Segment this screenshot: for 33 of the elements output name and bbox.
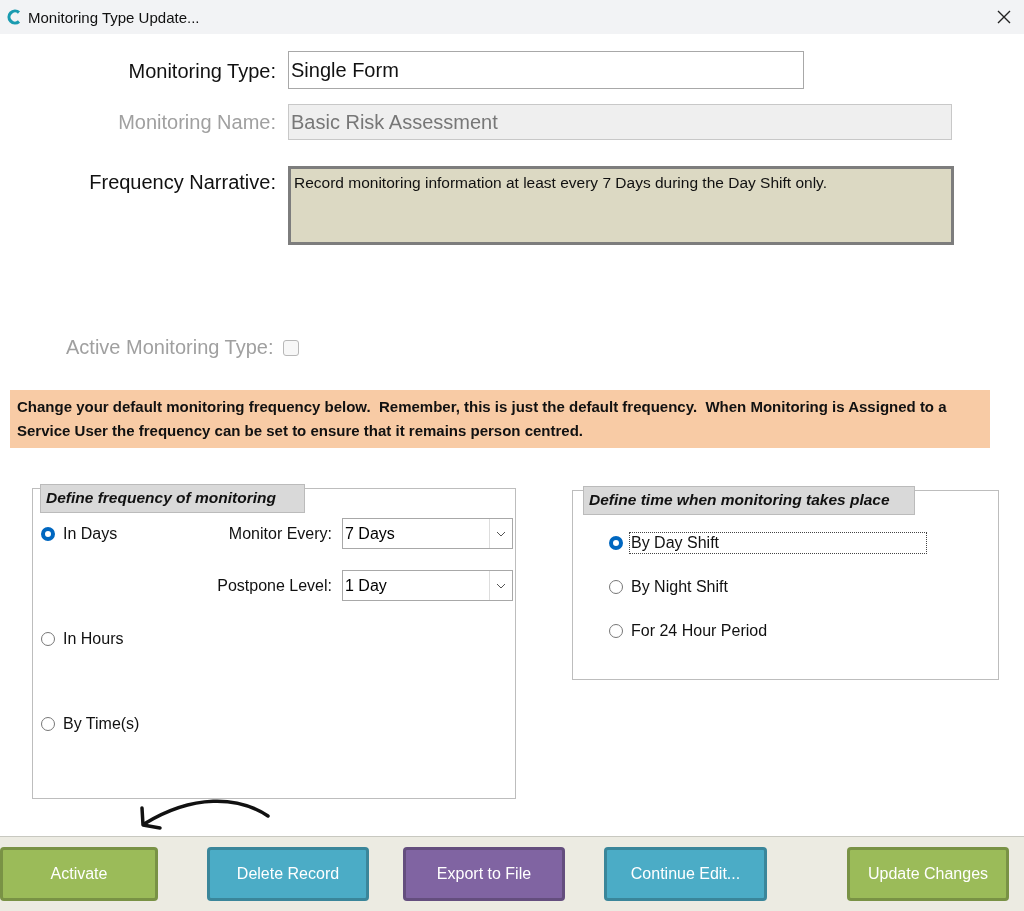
- dropdown-label: Postpone Level:: [217, 576, 332, 595]
- group-title: Define frequency of monitoring: [40, 484, 305, 513]
- option-label: By Day Shift: [629, 532, 927, 554]
- radio-button[interactable]: [609, 536, 623, 550]
- text-field: Basic Risk Assessment: [288, 104, 952, 140]
- action-button[interactable]: Delete Record: [207, 847, 369, 901]
- dropdown-label: Monitor Every:: [228, 524, 332, 543]
- dropdown[interactable]: 7 Days: [342, 518, 513, 549]
- field-label: Monitoring Type:: [127, 59, 277, 83]
- option-label: For 24 Hour Period: [630, 621, 769, 641]
- notice-banner: Change your default monitoring frequency below. Remember, this is just the default frequency. When Monitoring is Assigned to a Service User the frequency can be set to ensure that it remains person centred.: [10, 390, 990, 448]
- dropdown[interactable]: 1 Day: [342, 570, 513, 601]
- checkbox-label: Active Monitoring Type:: [66, 336, 274, 359]
- radio-button[interactable]: [41, 632, 55, 646]
- field-label: Frequency Narrative:: [88, 170, 277, 194]
- option-label: By Time(s): [62, 714, 141, 734]
- action-button[interactable]: Export to File: [403, 847, 565, 901]
- chevron-down-icon: [496, 530, 506, 537]
- radio-button[interactable]: [609, 624, 623, 638]
- action-button[interactable]: Continue Edit...: [604, 847, 767, 901]
- radio-button[interactable]: [41, 527, 55, 541]
- radio-button[interactable]: [609, 580, 623, 594]
- text-field[interactable]: Single Form: [288, 51, 804, 89]
- option-label: By Night Shift: [630, 577, 729, 597]
- window-title: Monitoring Type Update...: [28, 8, 200, 26]
- radio-button[interactable]: [41, 717, 55, 731]
- close-icon[interactable]: [996, 9, 1012, 25]
- group-title: Define time when monitoring takes place: [583, 486, 915, 515]
- option-label: In Hours: [62, 629, 125, 649]
- field-label: Monitoring Name:: [117, 110, 277, 134]
- option-label: In Days: [62, 524, 119, 544]
- chevron-down-icon: [496, 582, 506, 589]
- narrative-field[interactable]: Record monitoring information at least every 7 Days during the Day Shift only.: [288, 166, 954, 245]
